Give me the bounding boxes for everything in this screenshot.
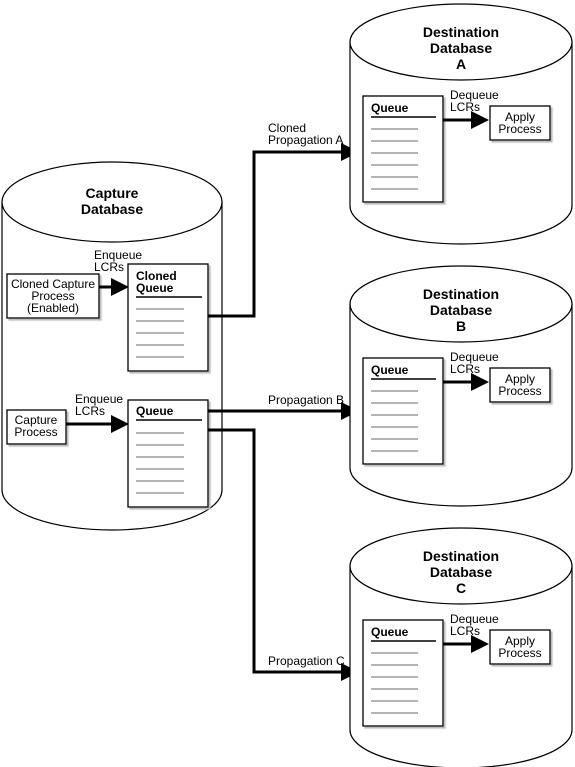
propagation-c-label: Propagation C: [268, 654, 345, 668]
cloned-queue[interactable]: Cloned Queue: [127, 263, 209, 372]
destination-queue[interactable]: Queue: [362, 357, 444, 465]
apply-process-label: Process: [498, 122, 541, 136]
destination-queue[interactable]: Queue: [362, 95, 444, 203]
queue-title: Queue: [371, 101, 409, 115]
dequeue-label: LCRs: [450, 100, 480, 114]
enqueue-label: LCRs: [75, 404, 105, 418]
destination-database-a: Destination Database A Queue Dequeue LCR…: [349, 3, 573, 245]
propagation-a-line: [208, 143, 359, 318]
destination-title: Database: [430, 40, 492, 56]
queue-title: Queue: [371, 363, 409, 377]
dequeue-label: LCRs: [450, 362, 480, 376]
destination-title: A: [456, 56, 466, 72]
queue-title: Queue: [371, 625, 409, 639]
destination-title: Destination: [423, 548, 499, 564]
apply-process-label: Process: [498, 384, 541, 398]
destination-title: C: [456, 580, 466, 596]
destination-title: Destination: [423, 24, 499, 40]
propagation-b-label: Propagation B: [268, 393, 344, 407]
destination-queue[interactable]: Queue: [362, 619, 444, 727]
cloned-capture-status: (Enabled): [27, 301, 79, 315]
destination-title: Destination: [423, 286, 499, 302]
destination-database-c: Destination Database C Queue Dequeue LCR…: [349, 527, 573, 767]
apply-process-label: Process: [498, 646, 541, 660]
destination-database-b: Destination Database B Queue Dequeue LCR…: [349, 265, 573, 507]
capture-process-label: Process: [14, 425, 57, 439]
destination-title: Database: [430, 302, 492, 318]
dequeue-label: LCRs: [450, 624, 480, 638]
enqueue-label: LCRs: [94, 260, 124, 274]
destination-title: B: [456, 318, 466, 334]
capture-db-title: Capture: [86, 185, 139, 201]
queue-title: Queue: [136, 404, 174, 418]
capture-database: Capture Database Cloned Capture Process …: [1, 161, 223, 531]
capture-db-title: Database: [81, 201, 143, 217]
capture-queue[interactable]: Queue: [127, 399, 209, 508]
propagation-a-label: Propagation A: [268, 133, 343, 147]
streams-diagram: Capture Database Cloned Capture Process …: [1, 3, 573, 767]
destination-title: Database: [430, 564, 492, 580]
propagation-c-line: [208, 428, 359, 681]
cloned-queue-title: Queue: [136, 281, 174, 295]
